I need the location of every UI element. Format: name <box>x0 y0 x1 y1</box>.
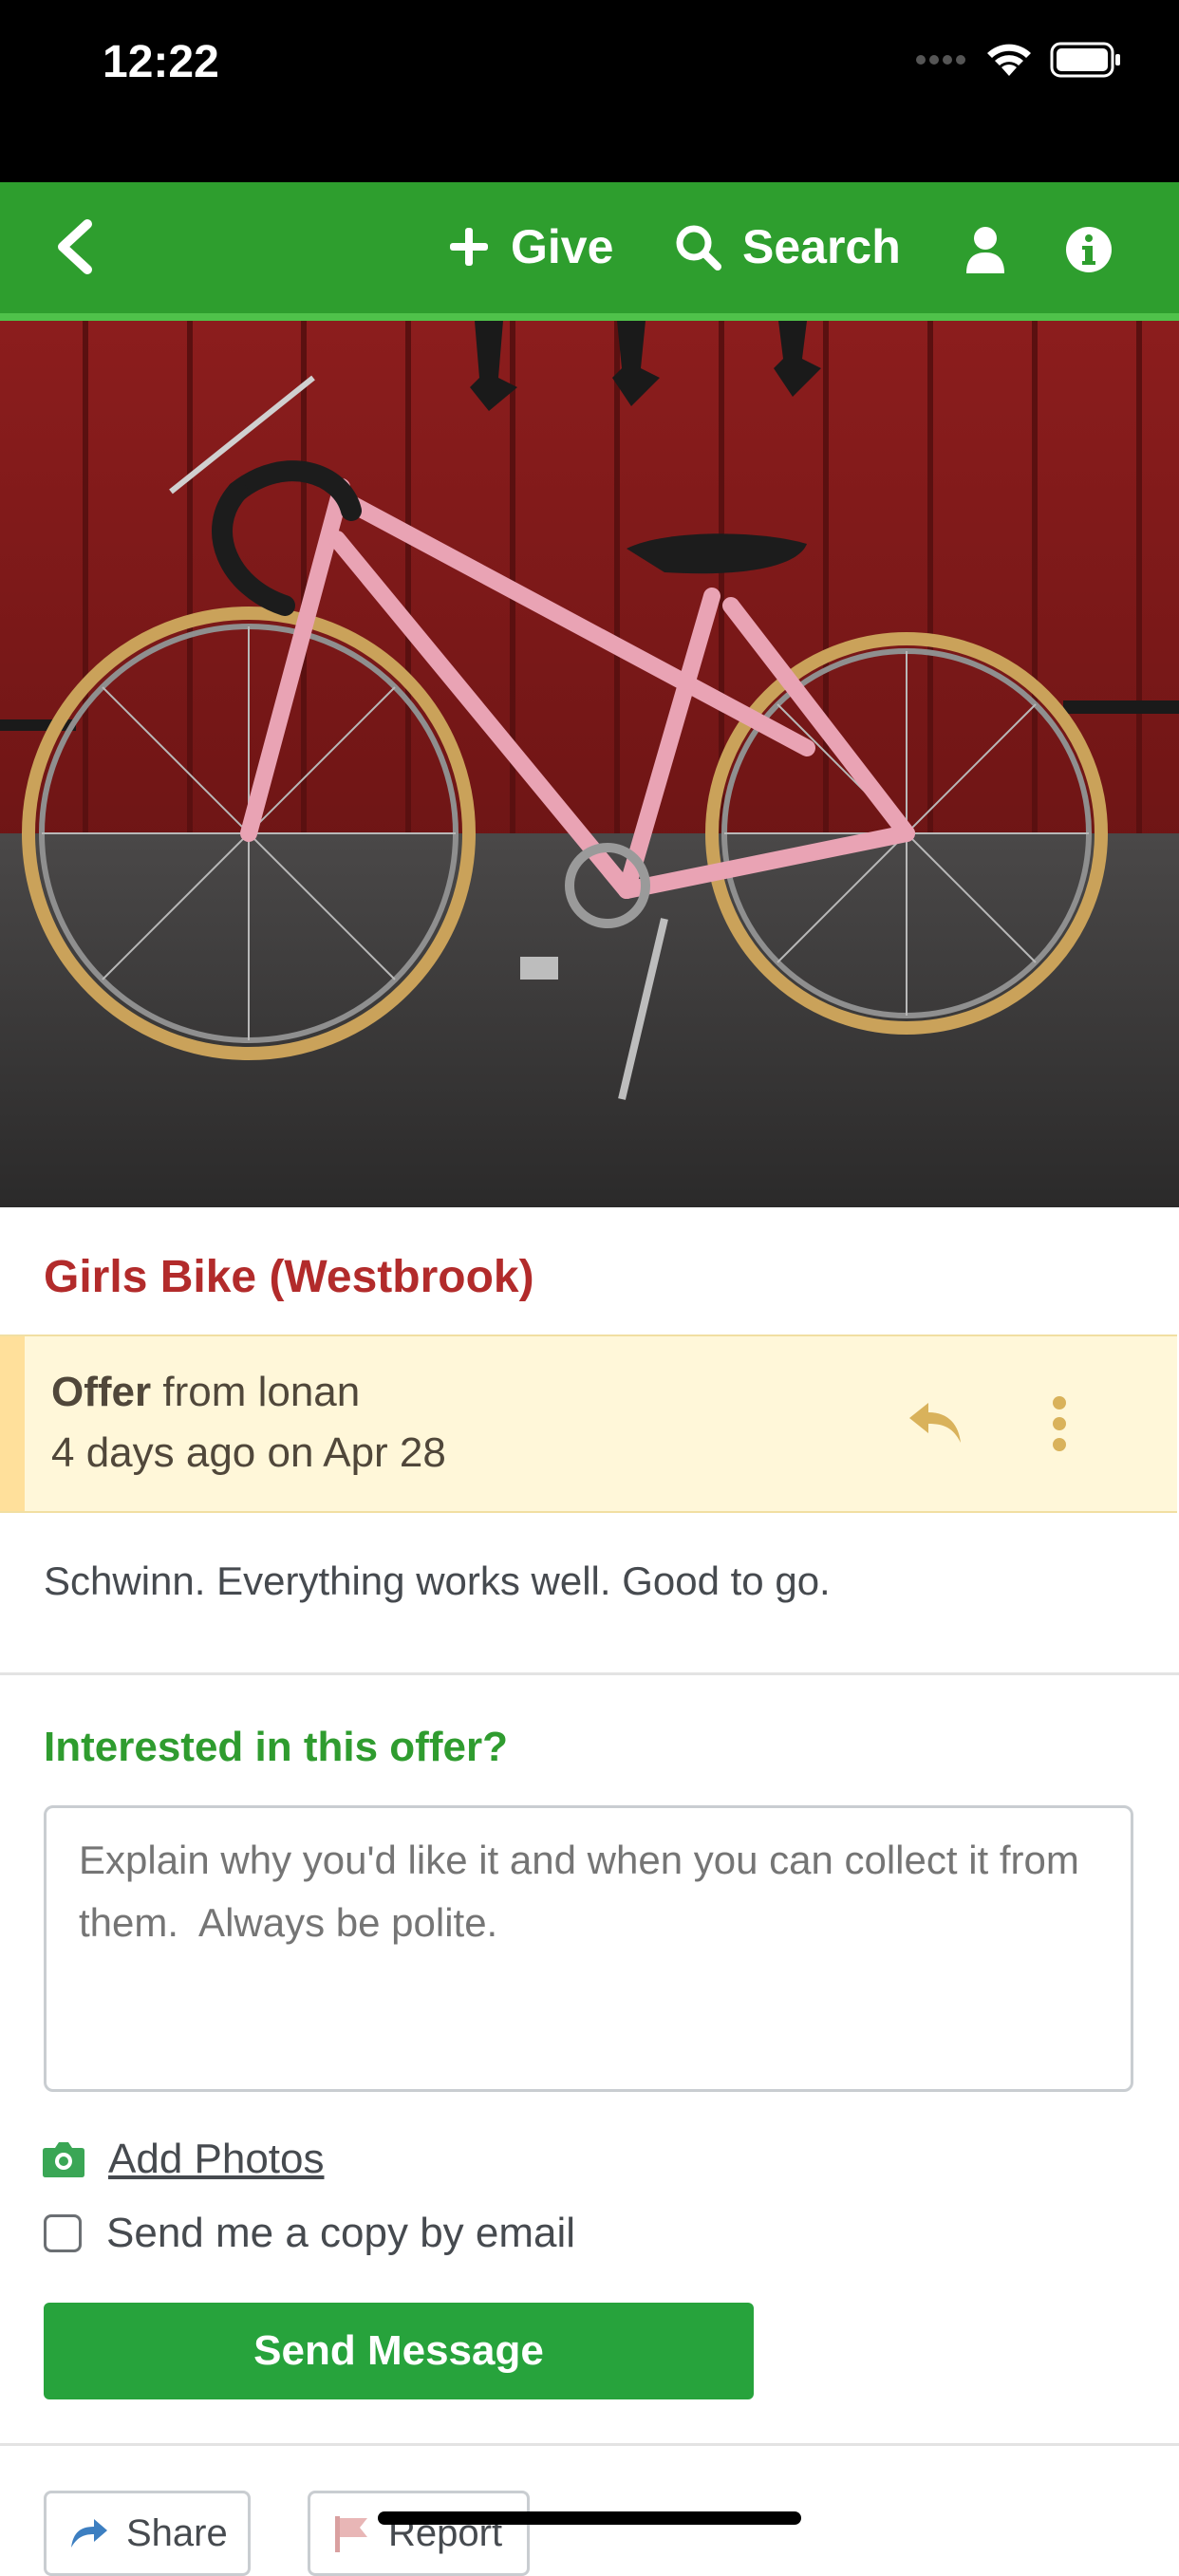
post-author[interactable]: from lonan <box>162 1369 360 1415</box>
reply-message-input[interactable] <box>44 1805 1133 2092</box>
share-label: Share <box>126 2511 228 2554</box>
signal-icon <box>916 55 965 65</box>
share-button[interactable]: Share <box>44 2491 251 2576</box>
plus-icon <box>450 228 488 266</box>
search-button[interactable]: Search <box>674 211 901 283</box>
camera-icon <box>43 2142 84 2177</box>
give-label: Give <box>511 220 614 273</box>
more-options-icon[interactable] <box>1048 1395 1071 1452</box>
status-bar: 12:22 <box>0 0 1179 182</box>
info-icon[interactable] <box>1065 226 1113 273</box>
item-photo[interactable] <box>0 321 1179 1207</box>
report-button[interactable]: Report <box>308 2491 530 2576</box>
send-message-button[interactable]: Send Message <box>44 2303 754 2399</box>
home-indicator <box>378 2511 801 2525</box>
battery-icon <box>1050 42 1120 78</box>
search-icon <box>676 225 721 271</box>
copy-email-label: Send me a copy by email <box>106 2210 576 2256</box>
flag-icon <box>335 2516 367 2552</box>
add-photos-label: Add Photos <box>108 2136 325 2182</box>
offer-header: Offer from lonan <box>51 1369 360 1416</box>
top-navbar: Give Search <box>0 182 1179 321</box>
back-chevron-icon[interactable] <box>51 218 99 275</box>
reply-heading: Interested in this offer? <box>44 1724 508 1770</box>
share-icon <box>71 2519 107 2548</box>
status-time: 12:22 <box>103 37 219 87</box>
reply-icon[interactable] <box>908 1399 964 1447</box>
status-icons <box>915 42 1122 78</box>
offer-info-box: Offer from lonan 4 days ago on Apr 28 <box>0 1335 1177 1513</box>
post-date: 4 days ago on Apr 28 <box>51 1429 446 1476</box>
copy-email-option[interactable]: Send me a copy by email <box>44 2210 575 2257</box>
search-label: Search <box>742 220 901 273</box>
divider <box>0 2443 1179 2446</box>
user-icon[interactable] <box>964 226 1006 275</box>
post-title: Girls Bike (Westbrook) <box>44 1252 534 1302</box>
copy-email-checkbox[interactable] <box>44 2214 82 2252</box>
post-type: Offer <box>51 1369 152 1415</box>
give-button[interactable]: Give <box>448 211 613 283</box>
bike-image <box>0 321 1179 1207</box>
post-description: Schwinn. Everything works well. Good to … <box>44 1559 831 1603</box>
add-photos-link[interactable]: Add Photos <box>42 2136 325 2183</box>
divider <box>0 1672 1179 1675</box>
wifi-icon <box>987 44 1031 76</box>
